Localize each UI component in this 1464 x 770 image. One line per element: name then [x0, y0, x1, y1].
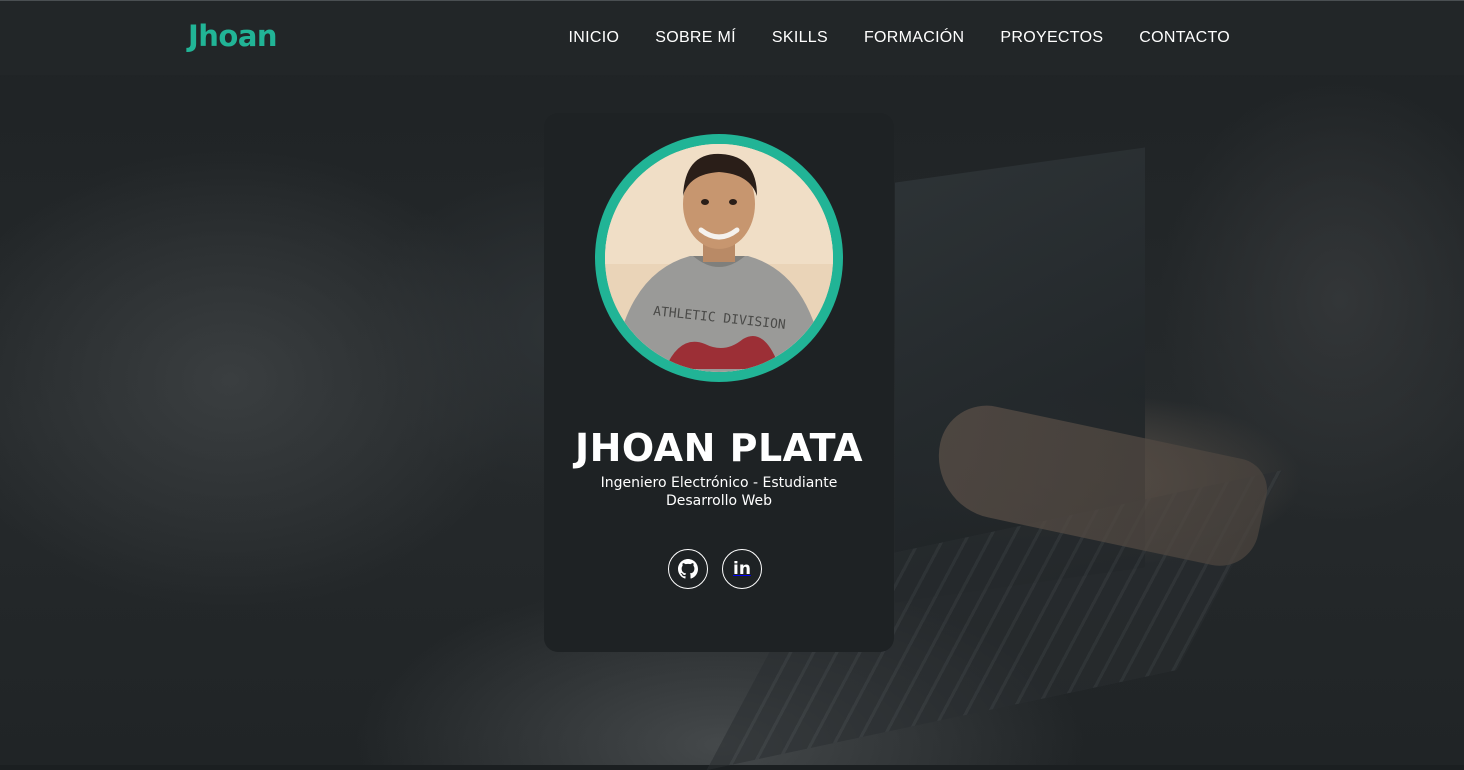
- github-link[interactable]: [668, 549, 708, 589]
- nav-item-contacto[interactable]: CONTACTO: [1139, 29, 1230, 47]
- profile-photo: ATHLETIC DIVISION: [605, 144, 833, 372]
- github-icon: [678, 559, 698, 579]
- social-links: in: [668, 549, 762, 589]
- nav-item-skills[interactable]: SKILLS: [772, 29, 828, 47]
- profile-name: JHOAN PLATA: [574, 426, 864, 470]
- avatar-ring: ATHLETIC DIVISION: [595, 134, 843, 382]
- site-logo[interactable]: Jhoan: [188, 19, 278, 53]
- profile-subtitle: Ingeniero Electrónico - Estudiante Desar…: [574, 474, 864, 510]
- nav-item-inicio[interactable]: INICIO: [569, 29, 620, 47]
- linkedin-link[interactable]: in: [722, 549, 762, 589]
- nav-item-formacion[interactable]: FORMACIÓN: [864, 29, 964, 47]
- profile-subtitle-line2: Desarrollo Web: [665, 493, 773, 509]
- profile-card: ATHLETIC DIVISION JHOAN PLATA Ingeniero …: [544, 113, 894, 652]
- site-header: Jhoan INICIO SOBRE MÍ SKILLS FORMACIÓN P…: [0, 1, 1464, 75]
- profile-subtitle-line1: Ingeniero Electrónico - Estudiante: [600, 475, 838, 491]
- linkedin-icon: in: [733, 559, 751, 579]
- main-nav: INICIO SOBRE MÍ SKILLS FORMACIÓN PROYECT…: [569, 29, 1230, 47]
- nav-item-proyectos[interactable]: PROYECTOS: [1000, 29, 1103, 47]
- avatar: ATHLETIC DIVISION: [605, 144, 833, 372]
- nav-item-sobre-mi[interactable]: SOBRE MÍ: [655, 29, 736, 47]
